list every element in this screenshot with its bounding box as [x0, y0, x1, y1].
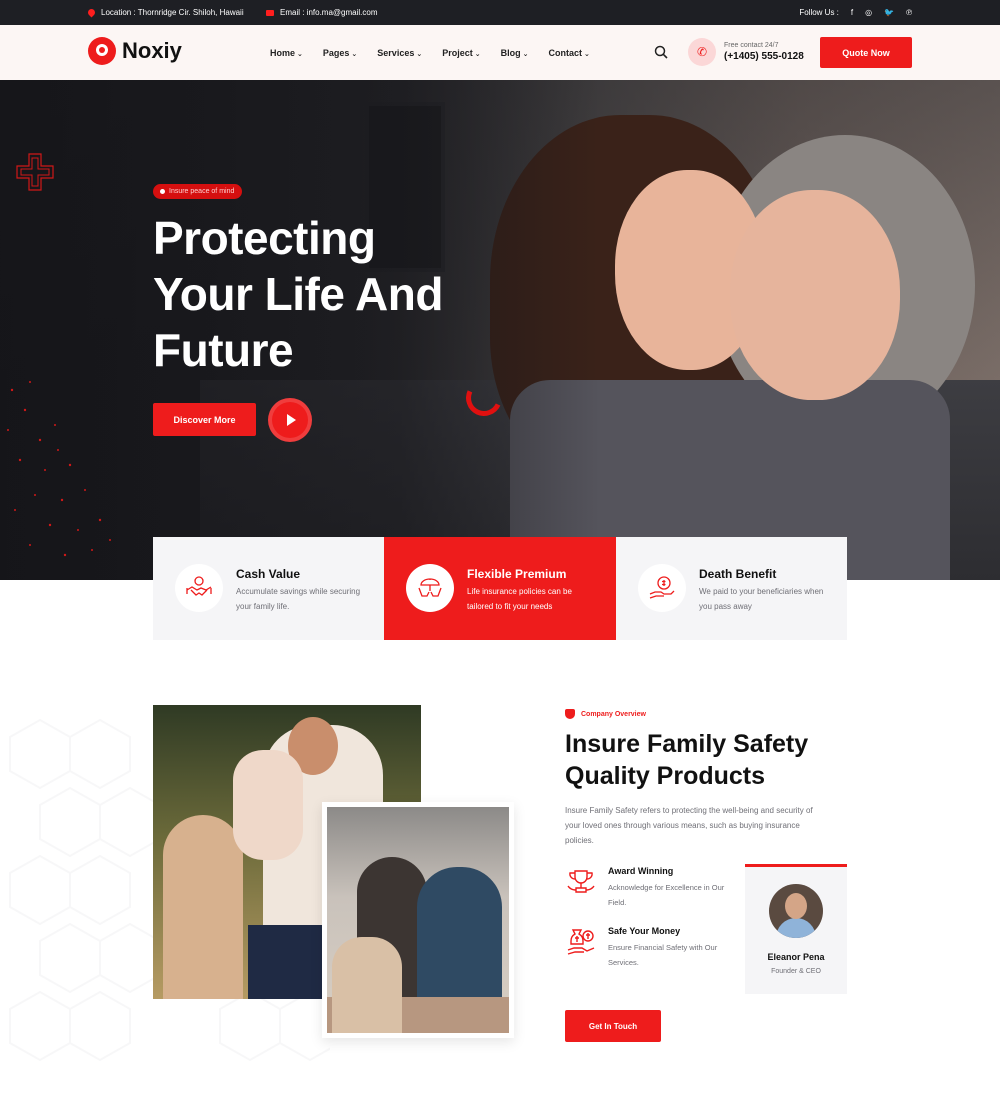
- nav-services-label: Services: [377, 47, 415, 58]
- avatar-shirt: [776, 918, 816, 938]
- nav-home-label: Home: [270, 47, 296, 58]
- photo-2-inner: [327, 807, 509, 1033]
- contact-number[interactable]: (+1405) 555-0128: [724, 51, 804, 62]
- pinterest-icon[interactable]: ℗: [906, 8, 912, 17]
- social-links: Follow Us : f ◎ 🐦 ℗: [799, 0, 912, 25]
- umbrella-hands-icon: [406, 564, 454, 612]
- photo-2-person-child: [332, 937, 402, 1033]
- money-hand-icon: [638, 564, 686, 612]
- top-bar: Location : Thornridge Cir. Shiloh, Hawai…: [0, 0, 1000, 25]
- chevron-down-icon: ⌄: [583, 50, 590, 58]
- about-text: Insure Family Safety refers to protectin…: [565, 806, 813, 845]
- nav-contact[interactable]: Contact ⌄: [548, 48, 589, 58]
- photo-person-child: [233, 750, 303, 860]
- hero-title: Protecting Your Life And Future: [153, 212, 443, 376]
- contact-phone[interactable]: ✆ Free contact 24/7 (+1405) 555-0128: [688, 38, 804, 66]
- chevron-down-icon: ⌄: [416, 50, 423, 58]
- nav-services[interactable]: Services ⌄: [377, 48, 422, 58]
- section-kicker: Company Overview: [565, 709, 646, 719]
- chevron-down-icon: ⌄: [351, 50, 358, 58]
- photo-person-legs: [248, 925, 328, 999]
- nav-project[interactable]: Project ⌄: [442, 48, 480, 58]
- get-in-touch-button[interactable]: Get In Touch: [565, 1010, 661, 1042]
- founder-role: Founder & CEO: [771, 968, 821, 975]
- search-icon[interactable]: [654, 45, 668, 59]
- point-desc: Acknowledge for Excellence in Our Field.: [608, 883, 725, 907]
- feature-cards: Cash Value Accumulate savings while secu…: [153, 537, 847, 640]
- medical-cross-icon: [16, 153, 54, 191]
- main-header: Noxiy Home ⌄ Pages ⌄ Services ⌄ Project ⌄ Bl…: [0, 25, 1000, 80]
- twitter-icon[interactable]: 🐦: [884, 8, 894, 17]
- chevron-down-icon: ⌄: [474, 50, 481, 58]
- avatar-face: [785, 893, 807, 919]
- feature-title: Flexible Premium: [467, 567, 567, 581]
- feature-card-death-benefit[interactable]: Death Benefit We paid to your beneficiar…: [616, 537, 847, 640]
- avatar: [769, 884, 823, 938]
- hero-section: Insure peace of mind Protecting Your Lif…: [0, 80, 1000, 580]
- handshake-icon: [175, 564, 223, 612]
- decorative-dots: [7, 381, 111, 557]
- logo-icon: [88, 37, 116, 65]
- founder-name: Eleanor Pena: [767, 952, 825, 962]
- brand-name: Noxiy: [122, 38, 182, 63]
- location-info: Location : Thornridge Cir. Shiloh, Hawai…: [86, 0, 244, 25]
- money-bag-icon: [567, 929, 595, 955]
- facebook-icon[interactable]: f: [851, 8, 853, 17]
- nav-blog-label: Blog: [500, 47, 521, 58]
- shield-icon: [565, 709, 575, 719]
- feature-desc: We paid to your beneficiaries when you p…: [699, 587, 824, 611]
- feature-title: Cash Value: [236, 567, 301, 581]
- main-nav: Home ⌄ Pages ⌄ Services ⌄ Project ⌄ Blog ⌄ Co…: [270, 25, 590, 80]
- photo-person-mother: [163, 815, 243, 999]
- contact-label: Free contact 24/7: [724, 42, 779, 49]
- discover-more-button[interactable]: Discover More: [153, 403, 256, 436]
- location-pin-icon: [86, 7, 97, 18]
- point-desc: Ensure Financial Safety with Our Service…: [608, 943, 718, 967]
- nav-pages-label: Pages: [322, 47, 350, 58]
- logo[interactable]: Noxiy: [88, 37, 182, 65]
- nav-project-label: Project: [442, 47, 473, 58]
- point-title: Award Winning: [608, 866, 674, 876]
- email-info[interactable]: Email : info.ma@gmail.com: [266, 0, 377, 25]
- trophy-icon: [567, 870, 595, 893]
- nav-blog[interactable]: Blog ⌄: [501, 48, 529, 58]
- instagram-icon[interactable]: ◎: [865, 8, 872, 17]
- chevron-down-icon: ⌄: [297, 50, 303, 58]
- family-photo-2: [322, 802, 514, 1038]
- play-video-button[interactable]: [268, 398, 312, 442]
- chevron-down-icon: ⌄: [522, 50, 529, 58]
- nav-contact-label: Contact: [548, 47, 582, 58]
- point-title: Safe Your Money: [608, 926, 681, 936]
- founder-card: Eleanor Pena Founder & CEO: [745, 864, 847, 994]
- about-title: Insure Family Safety Quality Products: [565, 730, 809, 790]
- follow-label: Follow Us :: [799, 8, 839, 17]
- quote-now-button[interactable]: Quote Now: [820, 37, 912, 68]
- nav-home[interactable]: Home ⌄: [270, 48, 303, 58]
- nav-pages[interactable]: Pages ⌄: [323, 48, 357, 58]
- location-text: Location : Thornridge Cir. Shiloh, Hawai…: [101, 8, 244, 17]
- phone-text: Free contact 24/7 (+1405) 555-0128: [724, 42, 804, 62]
- feature-card-cash-value[interactable]: Cash Value Accumulate savings while secu…: [153, 537, 384, 640]
- kicker-text: Company Overview: [581, 710, 646, 718]
- feature-card-flexible-premium[interactable]: Flexible Premium Life insurance policies…: [384, 537, 616, 640]
- phone-icon: ✆: [688, 38, 716, 66]
- mail-icon: [266, 9, 274, 16]
- feature-desc: Life insurance policies can be tailored …: [467, 587, 572, 611]
- email-text[interactable]: Email : info.ma@gmail.com: [280, 8, 377, 17]
- feature-title: Death Benefit: [699, 567, 777, 581]
- feature-desc: Accumulate savings while securing your f…: [236, 587, 361, 611]
- hero-overlay: [0, 80, 1000, 580]
- hero-badge: Insure peace of mind: [153, 184, 243, 199]
